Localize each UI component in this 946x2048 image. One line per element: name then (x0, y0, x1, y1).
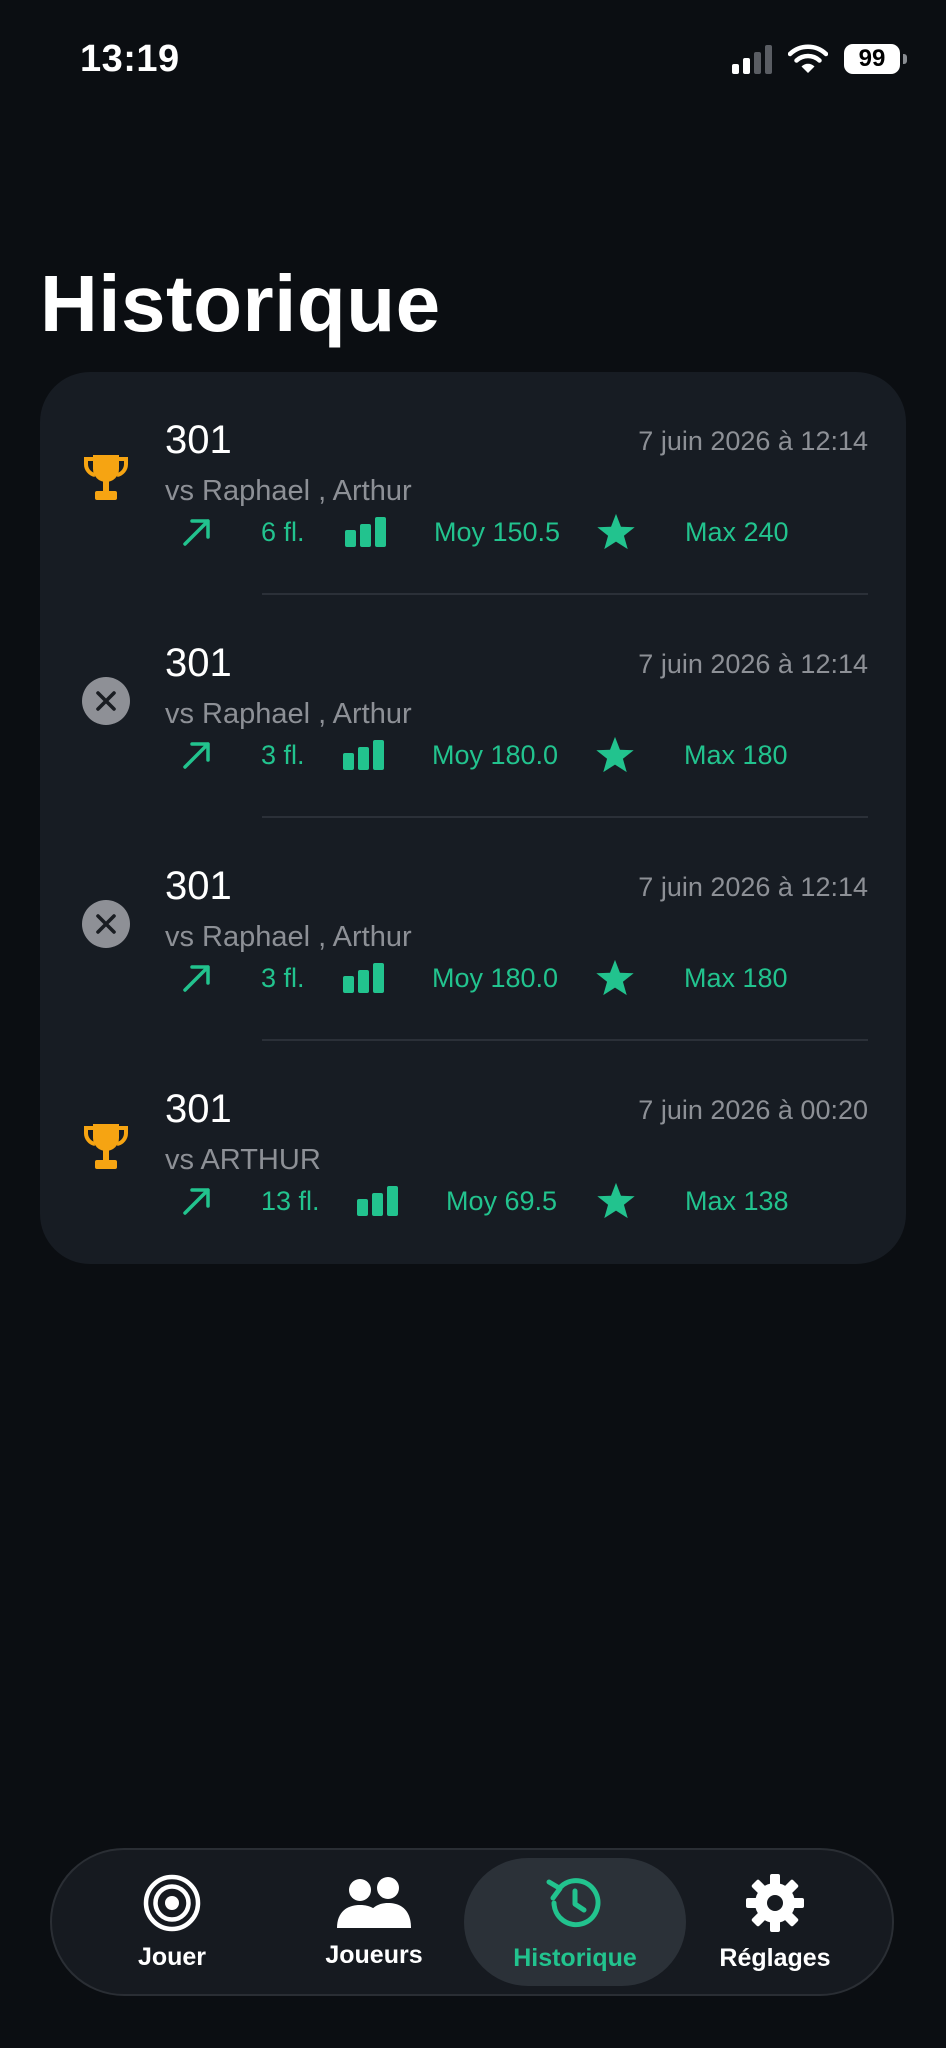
game-mode: 301 (165, 864, 232, 908)
bar-chart-icon (356, 1179, 400, 1223)
star-icon (596, 510, 636, 554)
tab-historique[interactable]: Historique (464, 1858, 686, 1986)
game-opponents: vs ARTHUR (165, 1144, 321, 1176)
game-opponents: vs Raphael , Arthur (165, 475, 412, 507)
star-icon (595, 956, 635, 1000)
game-row[interactable]: 301 7 juin 2026 à 00:20 vs ARTHUR 13 fl.… (40, 1041, 906, 1264)
trophy-icon (80, 1121, 132, 1173)
status-indicators: 99 (732, 44, 907, 74)
max-score: Max 180 (684, 962, 788, 993)
average-score: Moy 180.0 (432, 739, 559, 770)
darts-count: 13 fl. (261, 1185, 320, 1216)
game-row[interactable]: 301 7 juin 2026 à 12:14 vs Raphael , Art… (40, 595, 906, 818)
tab-reglages[interactable]: Réglages (710, 1850, 840, 1994)
game-date: 7 juin 2026 à 12:14 (638, 649, 868, 679)
bar-chart-icon (342, 956, 386, 1000)
star-icon (595, 733, 635, 777)
bar-chart-icon (342, 733, 386, 777)
tab-label: Historique (513, 1943, 637, 1972)
game-row[interactable]: 301 7 juin 2026 à 12:14 vs Raphael , Art… (40, 818, 906, 1041)
game-mode: 301 (165, 1087, 232, 1131)
cellular-signal-icon (732, 44, 772, 74)
wifi-icon (788, 44, 828, 73)
max-score: Max 240 (685, 516, 789, 547)
game-mode: 301 (165, 641, 232, 685)
game-mode: 301 (165, 418, 232, 462)
close-circle-icon (82, 900, 130, 948)
game-date: 7 juin 2026 à 12:14 (638, 872, 868, 902)
history-icon (546, 1877, 601, 1927)
tab-label: Joueurs (325, 1940, 423, 1969)
star-icon (596, 1179, 636, 1223)
max-score: Max 180 (684, 739, 788, 770)
target-icon (143, 1874, 201, 1931)
tab-label: Jouer (137, 1942, 207, 1971)
arrow-up-right-icon (180, 510, 214, 554)
tab-joueurs[interactable]: Joueurs (304, 1850, 444, 1994)
bar-chart-icon (344, 510, 388, 554)
game-opponents: vs Raphael , Arthur (165, 698, 412, 730)
darts-count: 6 fl. (261, 516, 305, 547)
status-bar: 13:19 99 (0, 0, 946, 120)
gear-icon (746, 1873, 804, 1932)
close-circle-icon (82, 677, 130, 725)
status-time: 13:19 (80, 38, 180, 80)
trophy-icon (80, 452, 132, 504)
tab-label: Réglages (719, 1943, 831, 1972)
people-icon (337, 1876, 411, 1928)
average-score: Moy 150.5 (434, 516, 561, 547)
arrow-up-right-icon (180, 956, 214, 1000)
game-date: 7 juin 2026 à 12:14 (638, 426, 868, 456)
game-date: 7 juin 2026 à 00:20 (638, 1095, 868, 1125)
darts-count: 3 fl. (261, 739, 305, 770)
game-opponents: vs Raphael , Arthur (165, 921, 412, 953)
history-list: 301 7 juin 2026 à 12:14 vs Raphael , Art… (40, 372, 906, 1264)
average-score: Moy 180.0 (432, 962, 559, 993)
darts-count: 3 fl. (261, 962, 305, 993)
average-score: Moy 69.5 (446, 1185, 558, 1216)
arrow-up-right-icon (180, 1179, 214, 1223)
max-score: Max 138 (685, 1185, 789, 1216)
arrow-up-right-icon (180, 733, 214, 777)
game-stats: 13 fl. Moy 69.5 Max 138 (40, 1179, 906, 1223)
game-stats: 3 fl. Moy 180.0 Max 180 (40, 956, 906, 1000)
game-row[interactable]: 301 7 juin 2026 à 12:14 vs Raphael , Art… (40, 372, 906, 595)
battery-indicator: 99 (844, 44, 907, 74)
tab-jouer[interactable]: Jouer (112, 1850, 232, 1994)
game-stats: 3 fl. Moy 180.0 Max 180 (40, 733, 906, 777)
page-title: Historique (40, 259, 441, 348)
tab-bar: Jouer Joueurs Historique Réglages (50, 1848, 894, 1996)
game-stats: 6 fl. Moy 150.5 Max 240 (40, 510, 906, 554)
